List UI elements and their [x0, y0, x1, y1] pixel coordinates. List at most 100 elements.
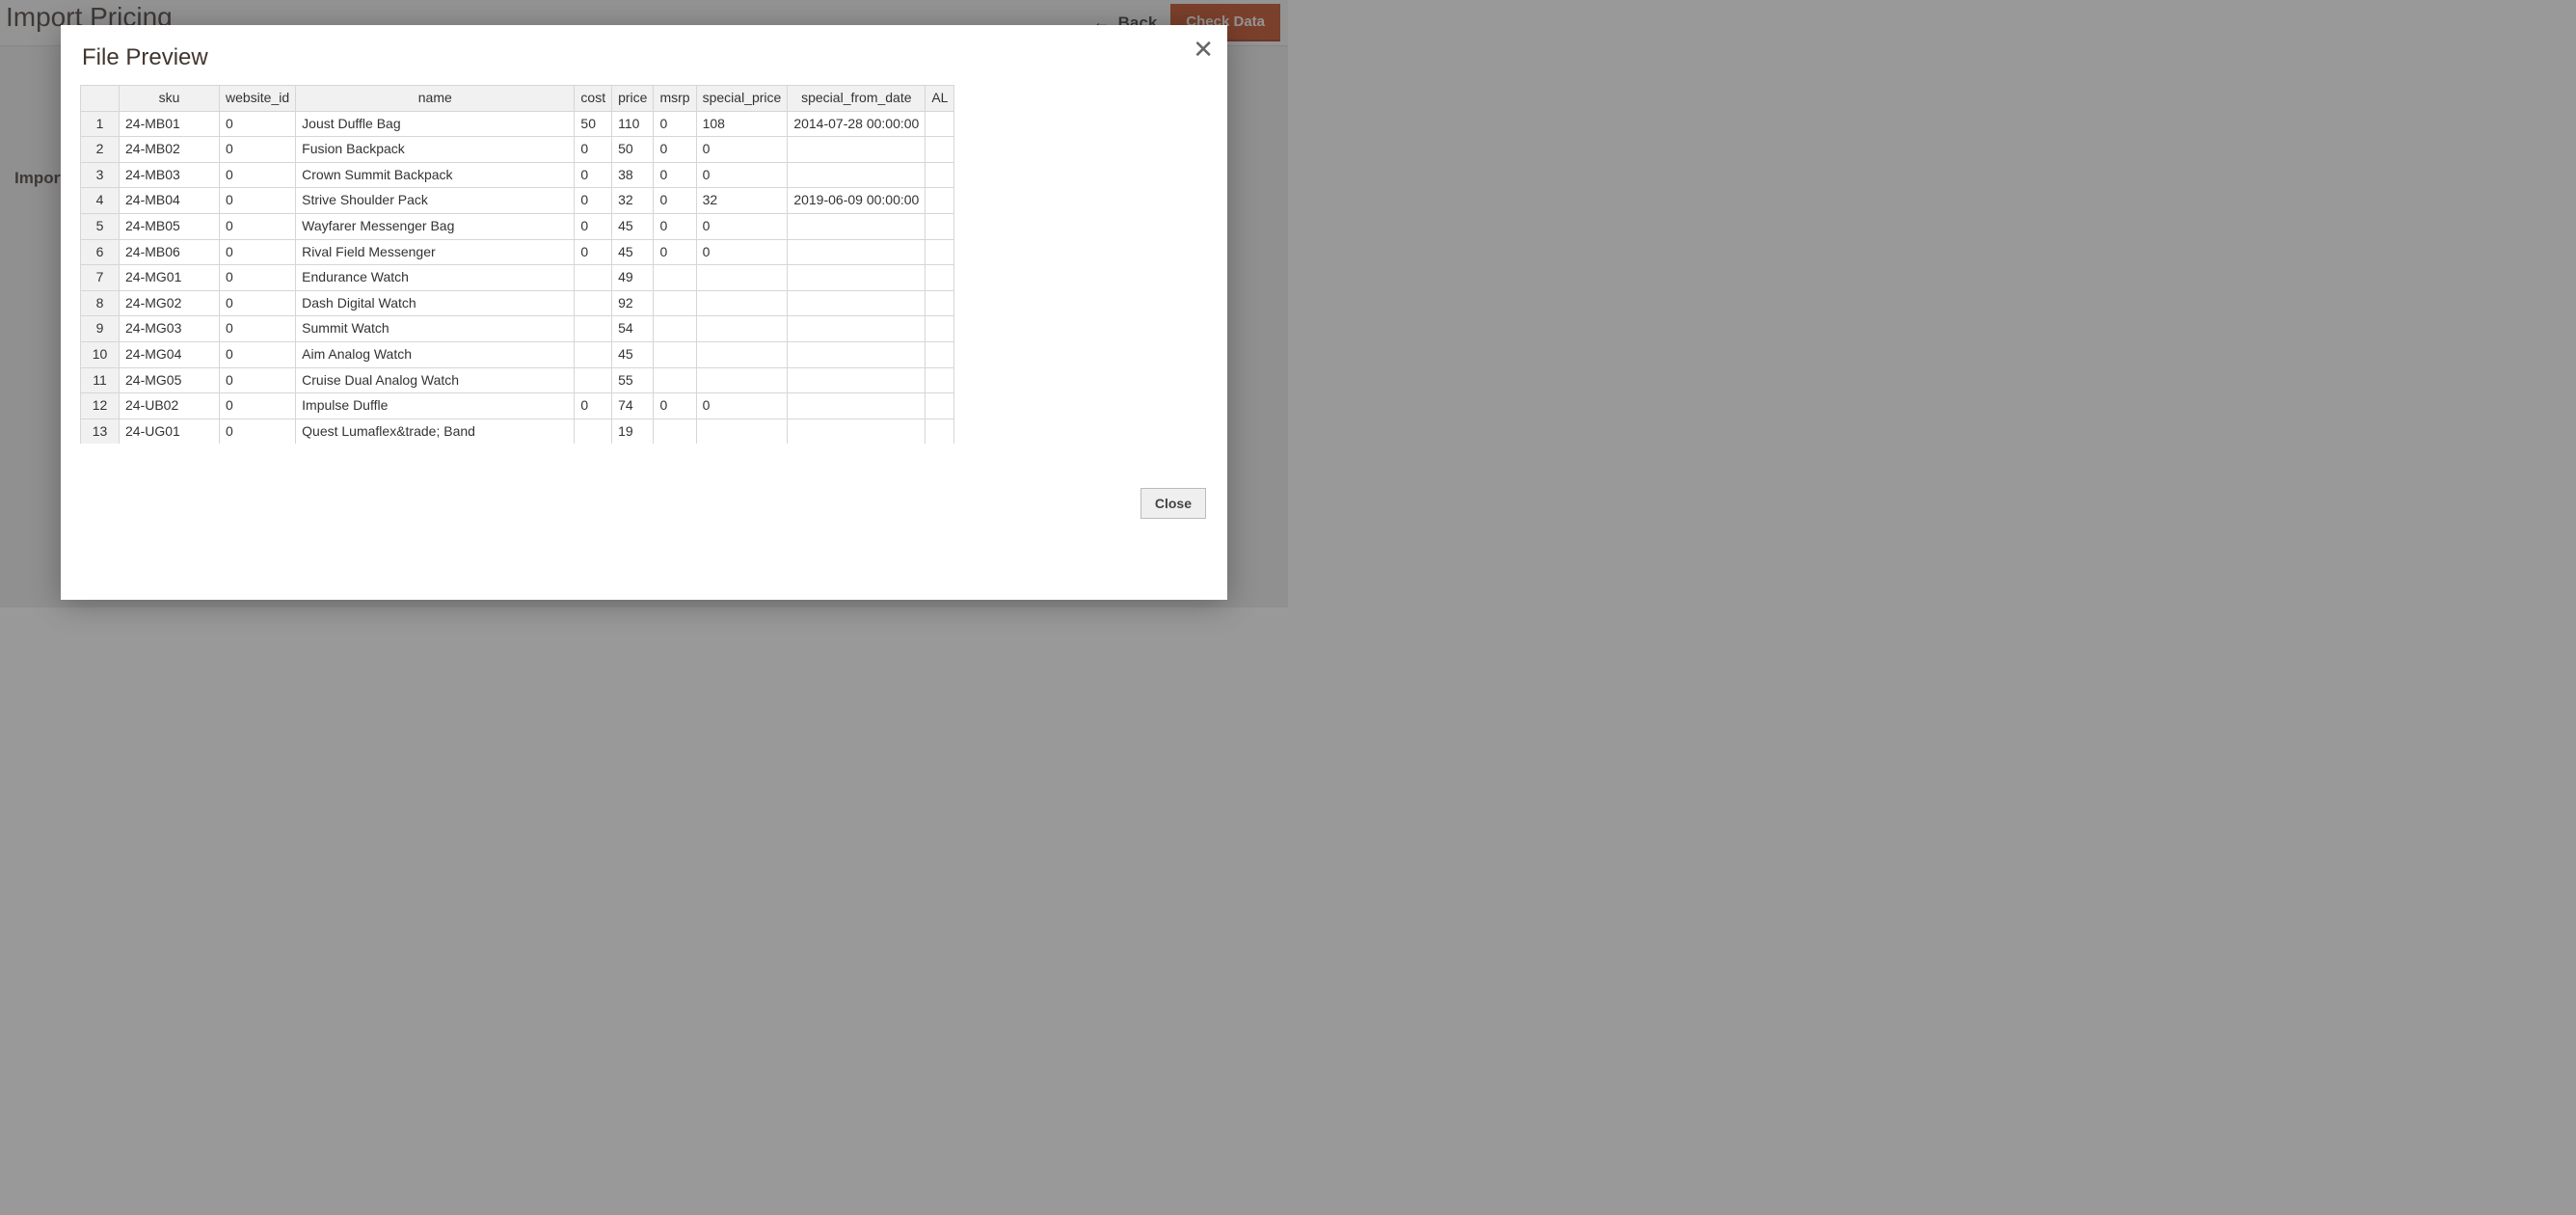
table-row: 724-MG010Endurance Watch49 — [81, 265, 954, 291]
cell-special-from-date — [788, 239, 926, 265]
table-row: 1224-UB020Impulse Duffle07400 — [81, 393, 954, 419]
col-special-price: special_price — [696, 86, 788, 112]
cell-special-price: 0 — [696, 213, 788, 239]
cell-rownum: 12 — [81, 393, 120, 419]
cell-special-from-date — [788, 137, 926, 163]
cell-website-id: 0 — [220, 316, 296, 342]
cell-sku: 24-MB04 — [120, 188, 220, 214]
cell-sku: 24-MB06 — [120, 239, 220, 265]
table-row: 1124-MG050Cruise Dual Analog Watch55 — [81, 367, 954, 393]
cell-extra — [926, 418, 954, 445]
cell-extra — [926, 239, 954, 265]
cell-price: 19 — [612, 418, 654, 445]
cell-sku: 24-MG02 — [120, 290, 220, 316]
cell-name: Wayfarer Messenger Bag — [296, 213, 575, 239]
cell-cost — [575, 418, 612, 445]
cell-cost — [575, 316, 612, 342]
cell-sku: 24-UG01 — [120, 418, 220, 445]
cell-msrp: 0 — [654, 213, 696, 239]
table-row: 1024-MG040Aim Analog Watch45 — [81, 341, 954, 367]
cell-website-id: 0 — [220, 341, 296, 367]
cell-website-id: 0 — [220, 213, 296, 239]
col-rownum — [81, 86, 120, 112]
cell-rownum: 2 — [81, 137, 120, 163]
cell-name: Endurance Watch — [296, 265, 575, 291]
cell-extra — [926, 265, 954, 291]
table-row: 924-MG030Summit Watch54 — [81, 316, 954, 342]
cell-name: Cruise Dual Analog Watch — [296, 367, 575, 393]
cell-price: 45 — [612, 213, 654, 239]
cell-special-price: 32 — [696, 188, 788, 214]
cell-msrp — [654, 367, 696, 393]
cell-website-id: 0 — [220, 367, 296, 393]
cell-website-id: 0 — [220, 239, 296, 265]
preview-table-scroll[interactable]: sku website_id name cost price msrp spec… — [80, 85, 1208, 451]
cell-rownum: 14 — [81, 445, 120, 451]
cell-sku: 24-MB01 — [120, 111, 220, 137]
cell-name: Quest Lumaflex&trade; Band — [296, 418, 575, 445]
cell-extra — [926, 367, 954, 393]
cell-name: Dash Digital Watch — [296, 290, 575, 316]
cell-sku: 24-MG04 — [120, 341, 220, 367]
cell-price: 110 — [612, 111, 654, 137]
cell-extra — [926, 445, 954, 451]
cell-sku: 24-UG02 — [120, 445, 220, 451]
cell-extra — [926, 341, 954, 367]
close-button[interactable]: Close — [1140, 488, 1206, 519]
cell-price: 49 — [612, 265, 654, 291]
cell-extra — [926, 213, 954, 239]
table-row: 224-MB020Fusion Backpack05000 — [81, 137, 954, 163]
cell-name: Pursuit Lumaflex&trade; Tone Band — [296, 445, 575, 451]
cell-price: 32 — [612, 188, 654, 214]
cell-price: 16 — [612, 445, 654, 451]
cell-special-price: 0 — [696, 162, 788, 188]
cell-special-price — [696, 290, 788, 316]
cell-name: Crown Summit Backpack — [296, 162, 575, 188]
cell-website-id: 0 — [220, 265, 296, 291]
cell-special-from-date — [788, 341, 926, 367]
cell-special-from-date — [788, 265, 926, 291]
col-extra: AL — [926, 86, 954, 112]
cell-website-id: 0 — [220, 290, 296, 316]
cell-special-price: 0 — [696, 393, 788, 419]
cell-name: Strive Shoulder Pack — [296, 188, 575, 214]
cell-extra — [926, 137, 954, 163]
cell-special-from-date: 2014-07-28 00:00:00 — [788, 111, 926, 137]
cell-special-price — [696, 265, 788, 291]
cell-msrp — [654, 265, 696, 291]
cell-sku: 24-MB03 — [120, 162, 220, 188]
table-row: 624-MB060Rival Field Messenger04500 — [81, 239, 954, 265]
cell-special-price — [696, 418, 788, 445]
file-preview-modal: ✕ File Preview sku website_id name cost … — [61, 25, 1227, 600]
cell-special-price: 0 — [696, 239, 788, 265]
col-cost: cost — [575, 86, 612, 112]
cell-rownum: 8 — [81, 290, 120, 316]
cell-price: 54 — [612, 316, 654, 342]
cell-msrp: 0 — [654, 239, 696, 265]
cell-msrp: 0 — [654, 188, 696, 214]
cell-extra — [926, 290, 954, 316]
cell-msrp — [654, 418, 696, 445]
cell-special-price — [696, 445, 788, 451]
table-row: 124-MB010Joust Duffle Bag5011001082014-0… — [81, 111, 954, 137]
cell-sku: 24-MG03 — [120, 316, 220, 342]
cell-name: Joust Duffle Bag — [296, 111, 575, 137]
cell-special-from-date — [788, 213, 926, 239]
cell-special-from-date — [788, 445, 926, 451]
cell-sku: 24-MB02 — [120, 137, 220, 163]
cell-name: Impulse Duffle — [296, 393, 575, 419]
cell-extra — [926, 393, 954, 419]
table-row: 524-MB050Wayfarer Messenger Bag04500 — [81, 213, 954, 239]
cell-special-from-date — [788, 367, 926, 393]
cell-rownum: 4 — [81, 188, 120, 214]
close-icon[interactable]: ✕ — [1193, 37, 1214, 62]
cell-cost: 0 — [575, 213, 612, 239]
col-name: name — [296, 86, 575, 112]
cell-rownum: 11 — [81, 367, 120, 393]
col-website-id: website_id — [220, 86, 296, 112]
cell-cost — [575, 290, 612, 316]
cell-special-price — [696, 341, 788, 367]
cell-name: Rival Field Messenger — [296, 239, 575, 265]
cell-msrp — [654, 290, 696, 316]
col-msrp: msrp — [654, 86, 696, 112]
